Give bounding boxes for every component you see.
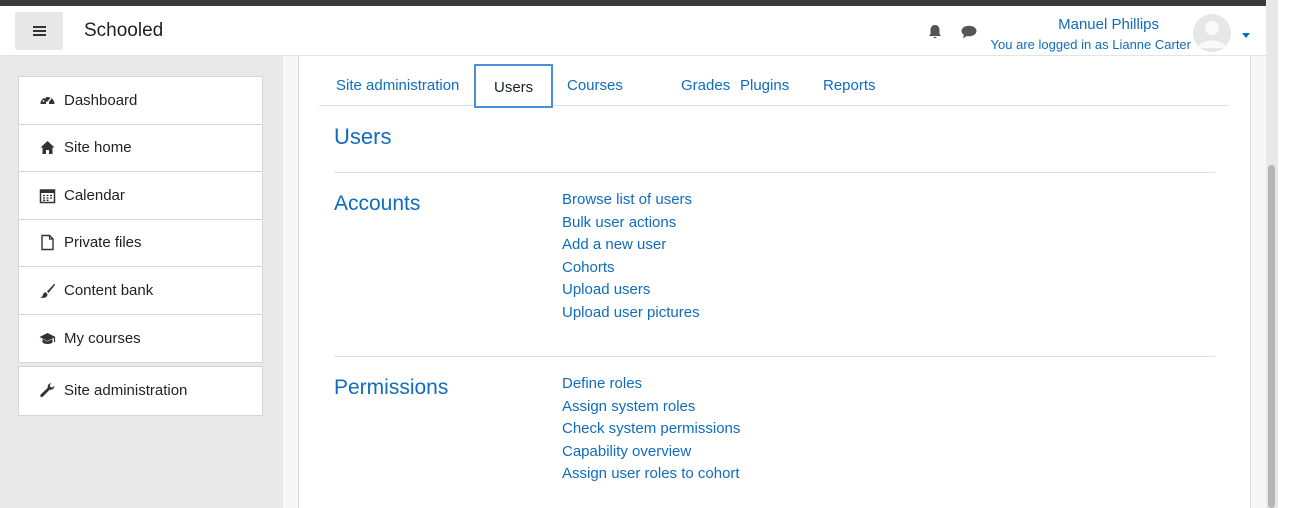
section-title-accounts[interactable]: Accounts: [334, 192, 420, 216]
drawer-item-label: Site administration: [64, 382, 188, 400]
drawer-item-site-home[interactable]: Site home: [19, 125, 262, 172]
tab-site-administration[interactable]: Site administration: [336, 77, 459, 94]
permissions-link-list: Define roles Assign system roles Check s…: [562, 373, 740, 486]
drawer-item-label: Dashboard: [64, 91, 138, 109]
logged-in-as-text[interactable]: You are logged in as Lianne Carter: [991, 37, 1191, 52]
drawer-admin-nav: Site administration: [18, 366, 263, 416]
dashboard-icon: [39, 92, 56, 109]
drawer-item-label: Calendar: [64, 186, 125, 204]
tab-users[interactable]: Users: [474, 64, 554, 108]
tab-reports[interactable]: Reports: [823, 77, 876, 94]
user-silhouette-icon: [1193, 14, 1231, 52]
drawer-main-nav: Dashboard Site home Calendar Private fil…: [18, 76, 263, 363]
calendar-icon: [39, 187, 56, 204]
drawer-item-dashboard[interactable]: Dashboard: [19, 77, 262, 125]
link-assign-user-roles-to-cohort[interactable]: Assign user roles to cohort: [562, 463, 740, 486]
user-name-link[interactable]: Manuel Phillips: [1058, 16, 1159, 33]
chat-icon[interactable]: [960, 23, 978, 41]
graduation-cap-icon: [39, 330, 56, 347]
chevron-down-icon[interactable]: [1242, 33, 1250, 38]
link-capability-overview[interactable]: Capability overview: [562, 441, 740, 464]
drawer-item-my-courses[interactable]: My courses: [19, 315, 262, 363]
page-title: Users: [334, 124, 392, 149]
avatar[interactable]: [1193, 14, 1231, 52]
right-edge-panel: [1278, 0, 1300, 508]
drawer-item-label: Site home: [64, 139, 132, 157]
drawer-item-site-administration[interactable]: Site administration: [19, 367, 262, 415]
admin-tabs: Site administration Users Courses Grades…: [319, 64, 1229, 108]
link-define-roles[interactable]: Define roles: [562, 373, 740, 396]
section-divider: [334, 356, 1215, 357]
link-upload-users[interactable]: Upload users: [562, 279, 700, 302]
wrench-icon: [39, 382, 56, 399]
drawer-item-private-files[interactable]: Private files: [19, 220, 262, 267]
navbar: Schooled Manuel Phillips You are logged …: [0, 6, 1266, 56]
tab-plugins[interactable]: Plugins: [740, 77, 789, 94]
drawer-item-label: Private files: [64, 234, 142, 252]
link-browse-users[interactable]: Browse list of users: [562, 189, 700, 212]
scrollbar-thumb[interactable]: [1268, 165, 1275, 508]
menu-toggle-button[interactable]: [15, 12, 63, 50]
link-upload-user-pictures[interactable]: Upload user pictures: [562, 302, 700, 325]
accounts-link-list: Browse list of users Bulk user actions A…: [562, 189, 700, 325]
drawer-item-content-bank[interactable]: Content bank: [19, 267, 262, 315]
bell-icon[interactable]: [926, 23, 944, 41]
brush-icon: [39, 282, 56, 299]
main-card: Site administration Users Courses Grades…: [298, 56, 1251, 508]
file-icon: [39, 234, 56, 251]
link-add-new-user[interactable]: Add a new user: [562, 234, 700, 257]
drawer-item-label: My courses: [64, 329, 141, 347]
tab-grades[interactable]: Grades: [681, 77, 730, 94]
tab-courses[interactable]: Courses: [567, 77, 623, 94]
link-cohorts[interactable]: Cohorts: [562, 257, 700, 280]
menu-icon: [32, 25, 46, 37]
drawer-item-calendar[interactable]: Calendar: [19, 172, 262, 220]
link-assign-system-roles[interactable]: Assign system roles: [562, 396, 740, 419]
drawer-item-label: Content bank: [64, 281, 154, 299]
home-icon: [39, 139, 56, 156]
section-title-permissions[interactable]: Permissions: [334, 376, 448, 400]
section-divider: [334, 172, 1215, 173]
link-check-system-permissions[interactable]: Check system permissions: [562, 418, 740, 441]
link-bulk-user-actions[interactable]: Bulk user actions: [562, 212, 700, 235]
site-brand[interactable]: Schooled: [84, 20, 163, 42]
